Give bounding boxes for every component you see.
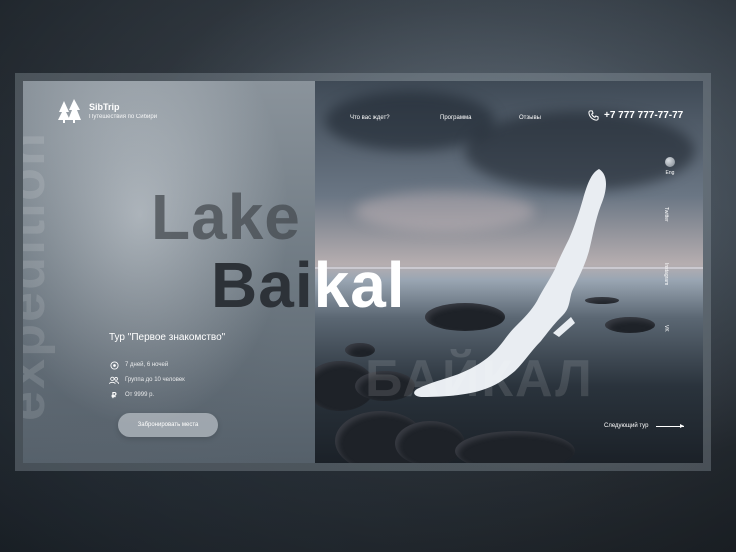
globe-icon: [665, 157, 675, 167]
tour-price: ₽ От 9999 р.: [109, 390, 154, 400]
nav-link-reviews[interactable]: Отзывы: [519, 115, 541, 121]
hero-title-baikal: Baikal: [211, 253, 406, 317]
background-word: expedition: [23, 130, 56, 422]
social-link-vk[interactable]: VK: [663, 325, 669, 332]
hero-title-baikal-part1: Ba: [211, 249, 295, 321]
social-link-instagram[interactable]: Instagram: [663, 263, 669, 285]
nav-link-what-awaits[interactable]: Что вас ждет?: [350, 115, 390, 121]
hero-title-baikal-part2: i: [294, 249, 314, 321]
social-link-twitter[interactable]: Twitter: [663, 207, 669, 222]
tour-group-text: Группа до 10 человек: [125, 377, 185, 383]
nav-link-program[interactable]: Программа: [440, 115, 471, 121]
brand-text: SibTrip Путешествия по Сибири: [89, 102, 157, 120]
tour-group: Группа до 10 человек: [109, 375, 185, 385]
next-tour-link[interactable]: Следующий тур: [604, 423, 685, 429]
next-tour-label: Следующий тур: [604, 423, 649, 429]
cyrillic-background-word: БАЙКАЛ: [365, 350, 594, 408]
hero-title-baikal-part3: kal: [313, 249, 406, 321]
language-label: Eng: [665, 170, 675, 176]
brand-logo[interactable]: SibTrip Путешествия по Сибири: [57, 98, 157, 124]
brand-tagline: Путешествия по Сибири: [89, 114, 158, 120]
phone-icon: [588, 110, 599, 121]
arrow-right-icon: [656, 423, 685, 428]
tour-price-text: От 9999 р.: [125, 392, 155, 398]
brand-name: SibTrip: [89, 102, 120, 112]
rock: [455, 431, 575, 463]
rock: [395, 421, 465, 463]
ruble-icon: ₽: [111, 390, 117, 400]
language-switch[interactable]: Eng: [665, 157, 675, 176]
hero-card: expedition SibTrip Путешествия по Сибири: [23, 81, 703, 463]
tour-duration: 7 дней, 6 ночей: [109, 360, 168, 370]
group-icon: [109, 375, 119, 385]
phone-link[interactable]: +7 777 777-77-77: [588, 110, 683, 121]
phone-number: +7 777 777-77-77: [604, 110, 684, 121]
tour-duration-text: 7 дней, 6 ночей: [125, 362, 169, 368]
tour-name: Тур "Первое знакомство": [109, 332, 226, 343]
clock-icon: [109, 360, 119, 370]
hero-title-lake: Lake: [151, 181, 301, 253]
pine-trees-icon: [58, 99, 81, 123]
book-seats-button[interactable]: Забронировать места: [118, 413, 218, 437]
